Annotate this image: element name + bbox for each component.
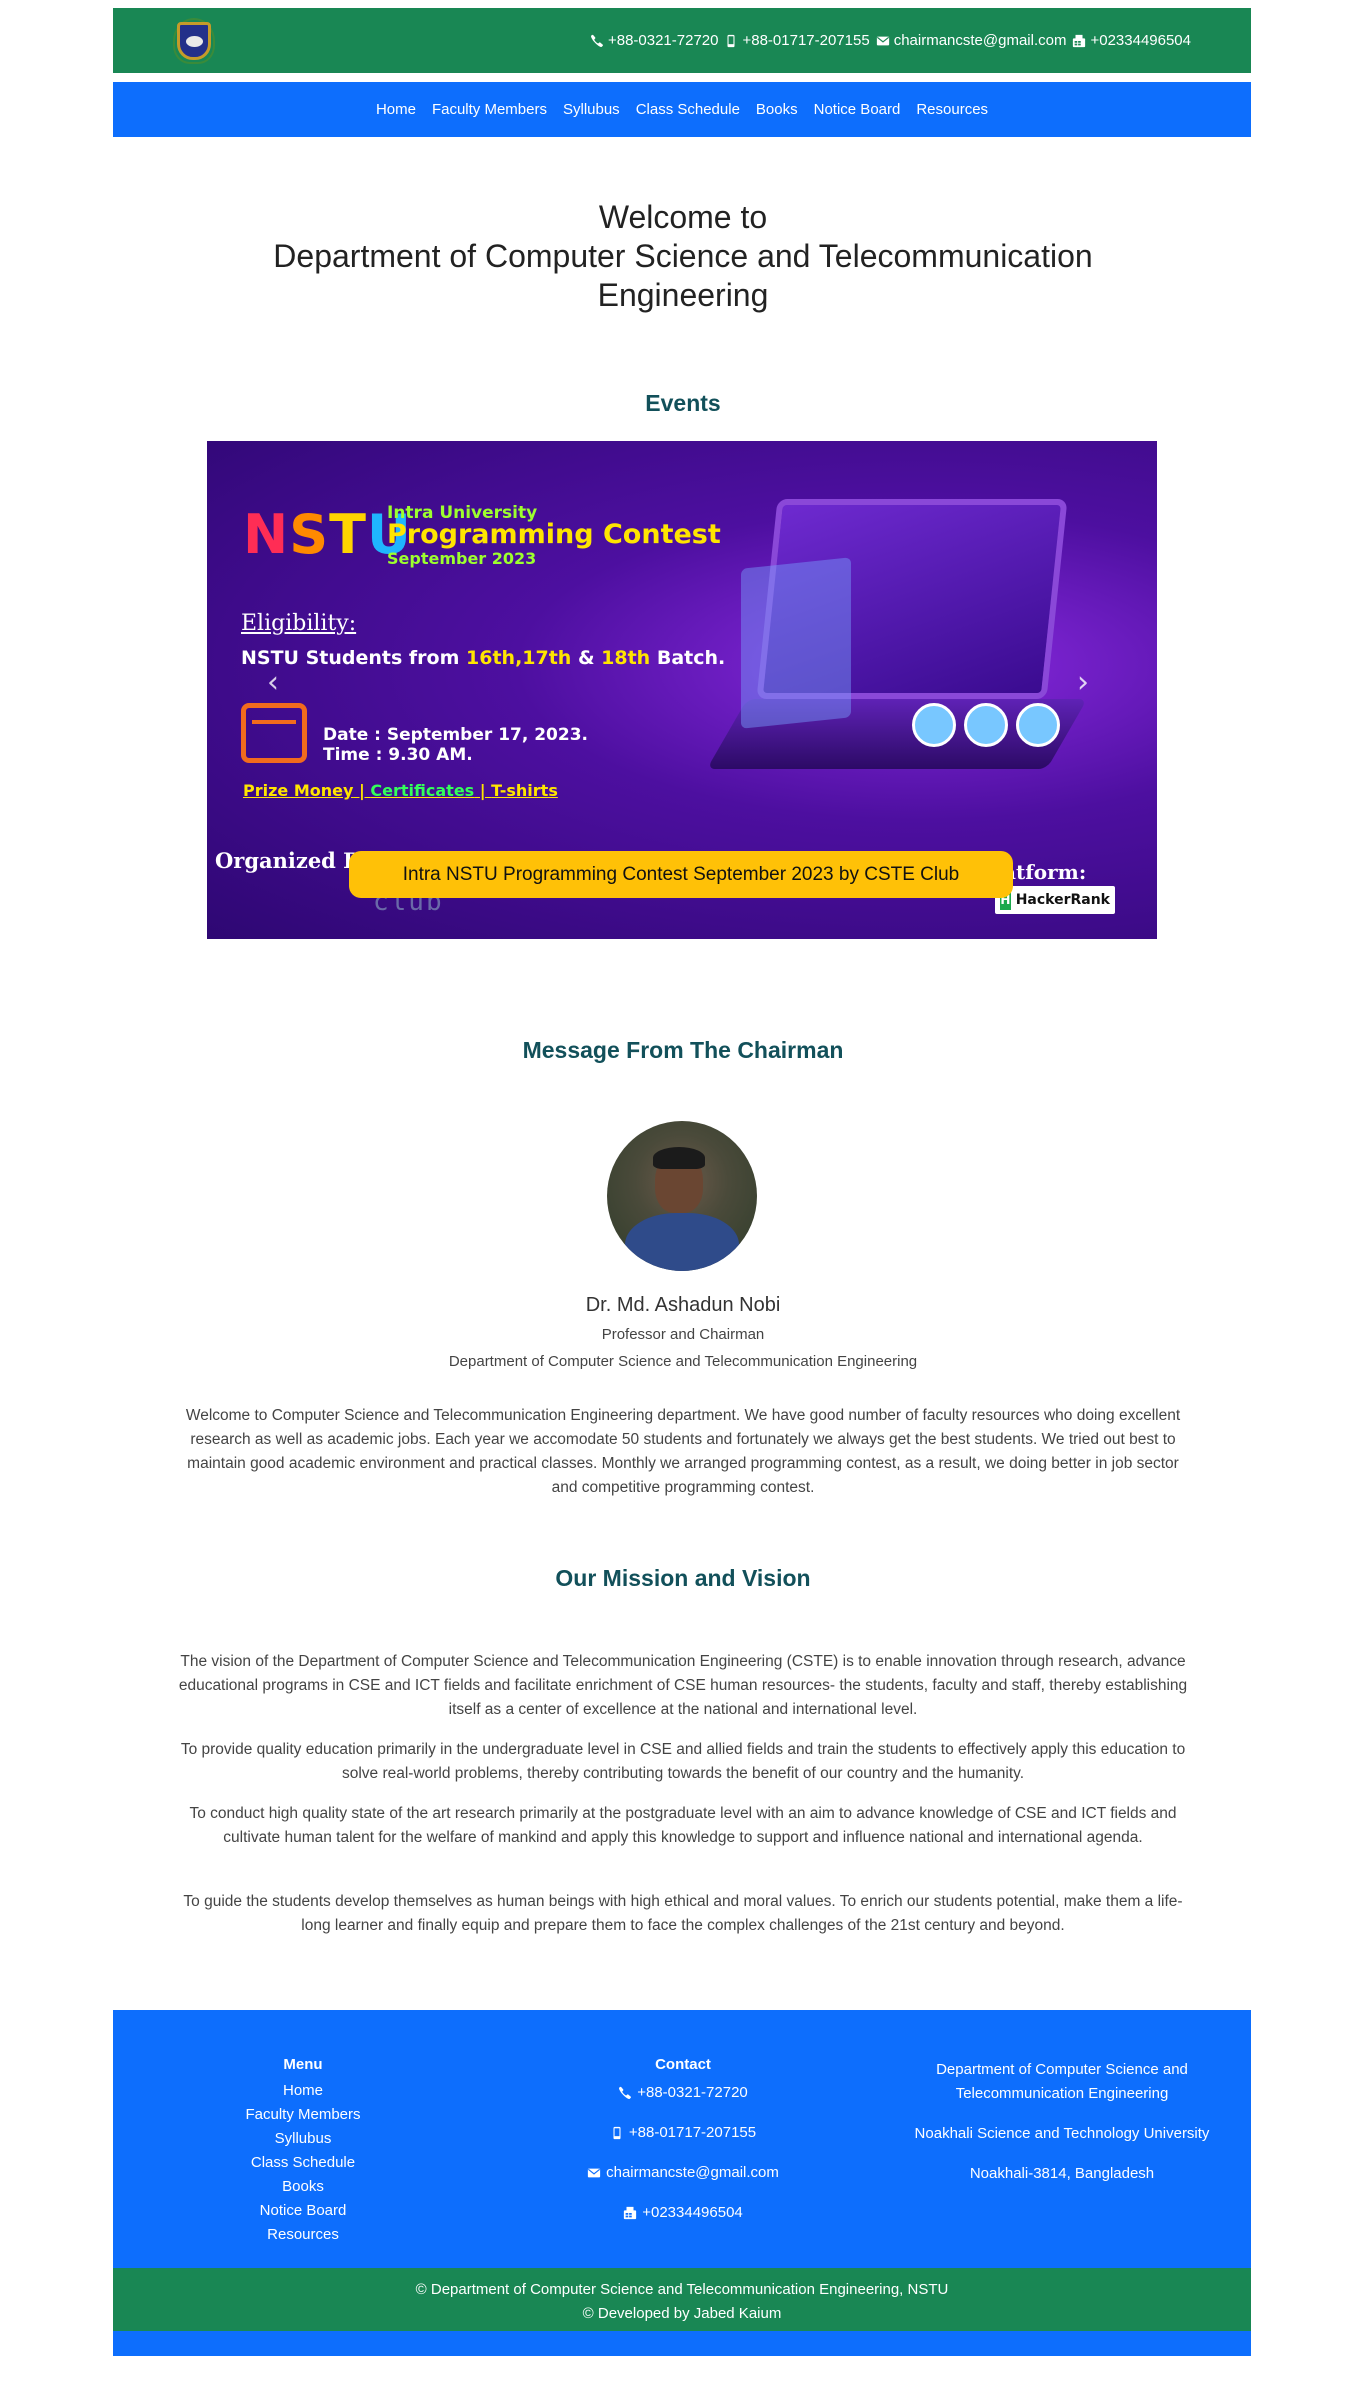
nav-faculty-members[interactable]: Faculty Members (432, 101, 547, 118)
slide-platform: atform: (1003, 860, 1087, 884)
carousel-caption: Intra NSTU Programming Contest September… (349, 851, 1013, 898)
slide-programming: Programming Contest (387, 519, 721, 550)
laptop-illustration (706, 499, 1088, 799)
envelope-icon (876, 36, 889, 45)
welcome-line2: Department of Computer Science and Telec… (273, 238, 1093, 274)
footer-dept-name: Department of Computer Science and Telec… (936, 2061, 1188, 2102)
footer-menu: Menu Home Faculty Members Syllubus Class… (113, 2010, 493, 2247)
top-email-text[interactable]: chairmancste@gmail.com (894, 32, 1067, 49)
footer-link-resources[interactable]: Resources (113, 2223, 493, 2247)
nav-notice-board[interactable]: Notice Board (814, 101, 901, 118)
main-nav: Home Faculty Members Syllubus Class Sche… (113, 82, 1251, 137)
footer-university: Noakhali Science and Technology Universi… (914, 2125, 1210, 2142)
mission-paragraph: To conduct high quality state of the art… (189, 1805, 1177, 1846)
footer-email[interactable]: chairmancste@gmail.com (493, 2163, 873, 2183)
chairman-title: Message From The Chairman (522, 1037, 844, 1063)
top-fax: +02334496504 (1072, 32, 1191, 49)
fax-icon (1073, 34, 1086, 47)
envelope-icon (587, 2168, 601, 2178)
footer-link-syllubus[interactable]: Syllubus (113, 2127, 493, 2151)
university-logo[interactable] (173, 17, 215, 64)
events-carousel[interactable]: NSTU Intra University Programming Contes… (207, 441, 1157, 939)
slide-eligibility: Eligibility: (241, 611, 357, 636)
copyright-text: © Department of Computer Science and Tel… (415, 2281, 949, 2298)
footer-menu-title: Menu (283, 2056, 323, 2073)
footer-link-home[interactable]: Home (113, 2079, 493, 2103)
footer-link-faculty-members[interactable]: Faculty Members (113, 2103, 493, 2127)
mission-paragraph: To guide the students develop themselves… (183, 1893, 1183, 1934)
top-mobile-text: +88-01717-207155 (742, 32, 870, 49)
nav-home[interactable]: Home (376, 101, 416, 118)
bottom-strip (113, 2331, 1251, 2356)
chairman-message: Welcome to Computer Science and Telecomm… (185, 1407, 1181, 1496)
welcome-heading: Welcome to Department of Computer Scienc… (0, 198, 1366, 315)
top-fax-text: +02334496504 (1090, 32, 1191, 49)
top-phone: +88-0321-72720 (590, 32, 719, 49)
footer-fax: +02334496504 (493, 2203, 873, 2223)
mission-paragraph: The vision of the Department of Computer… (178, 1653, 1188, 1718)
hackerrank-badge: H HackerRank (995, 886, 1115, 914)
slide-datetime: Date : September 17, 2023. Time : 9.30 A… (323, 725, 588, 765)
welcome-line3: Engineering (597, 277, 769, 313)
fax-icon (624, 2206, 637, 2220)
top-contact-bar: +88-0321-72720 +88-01717-207155 chairman… (113, 8, 1251, 73)
developer-credit: © Developed by Jabed Kaium (582, 2305, 782, 2322)
top-phone-text: +88-0321-72720 (607, 32, 719, 49)
mission-title: Our Mission and Vision (555, 1565, 811, 1591)
top-mobile: +88-01717-207155 (724, 32, 870, 49)
calendar-icon (241, 703, 307, 763)
nav-books[interactable]: Books (756, 101, 798, 118)
footer-city: Noakhali-3814, Bangladesh (969, 2165, 1155, 2182)
nav-class-schedule[interactable]: Class Schedule (636, 101, 740, 118)
slide-students: NSTU Students from 16th,17th & 18th Batc… (241, 647, 726, 669)
copyright-bar: © Department of Computer Science and Tel… (113, 2268, 1251, 2331)
footer-phone: +88-0321-72720 (493, 2083, 873, 2103)
footer-contact: Contact +88-0321-72720 +88-01717-207155 … (493, 2010, 873, 2243)
phone-icon (590, 34, 603, 47)
top-email: chairmancste@gmail.com (876, 32, 1067, 49)
footer-contact-title: Contact (655, 2056, 711, 2073)
chairman-avatar (607, 1121, 757, 1271)
slide-month: September 2023 (387, 549, 537, 568)
footer-link-class-schedule[interactable]: Class Schedule (113, 2151, 493, 2175)
events-title: Events (645, 390, 721, 416)
mobile-icon (613, 2126, 621, 2140)
chairman-role: Professor and Chairman (601, 1326, 765, 1343)
chairman-name: Dr. Md. Ashadun Nobi (585, 1294, 781, 1316)
language-icons (912, 703, 1060, 747)
chevron-right-icon[interactable]: › (1077, 665, 1089, 700)
nav-resources[interactable]: Resources (916, 101, 988, 118)
phone-icon (619, 2086, 632, 2099)
welcome-line1: Welcome to (598, 199, 768, 235)
footer-mobile: +88-01717-207155 (493, 2123, 873, 2143)
footer-link-notice-board[interactable]: Notice Board (113, 2199, 493, 2223)
top-contacts: +88-0321-72720 +88-01717-207155 chairman… (590, 32, 1191, 49)
footer-link-books[interactable]: Books (113, 2175, 493, 2199)
footer-address: Department of Computer Science and Telec… (873, 2010, 1251, 2202)
nav-syllubus[interactable]: Syllubus (563, 101, 620, 118)
mobile-icon (727, 34, 735, 47)
chairman-dept: Department of Computer Science and Telec… (448, 1353, 918, 1370)
mission-paragraph: To provide quality education primarily i… (180, 1741, 1186, 1782)
slide-prizes: Prize Money | Certificates | T-shirts (243, 781, 558, 800)
chevron-left-icon[interactable]: ‹ (267, 665, 279, 700)
footer: Menu Home Faculty Members Syllubus Class… (113, 2010, 1251, 2268)
